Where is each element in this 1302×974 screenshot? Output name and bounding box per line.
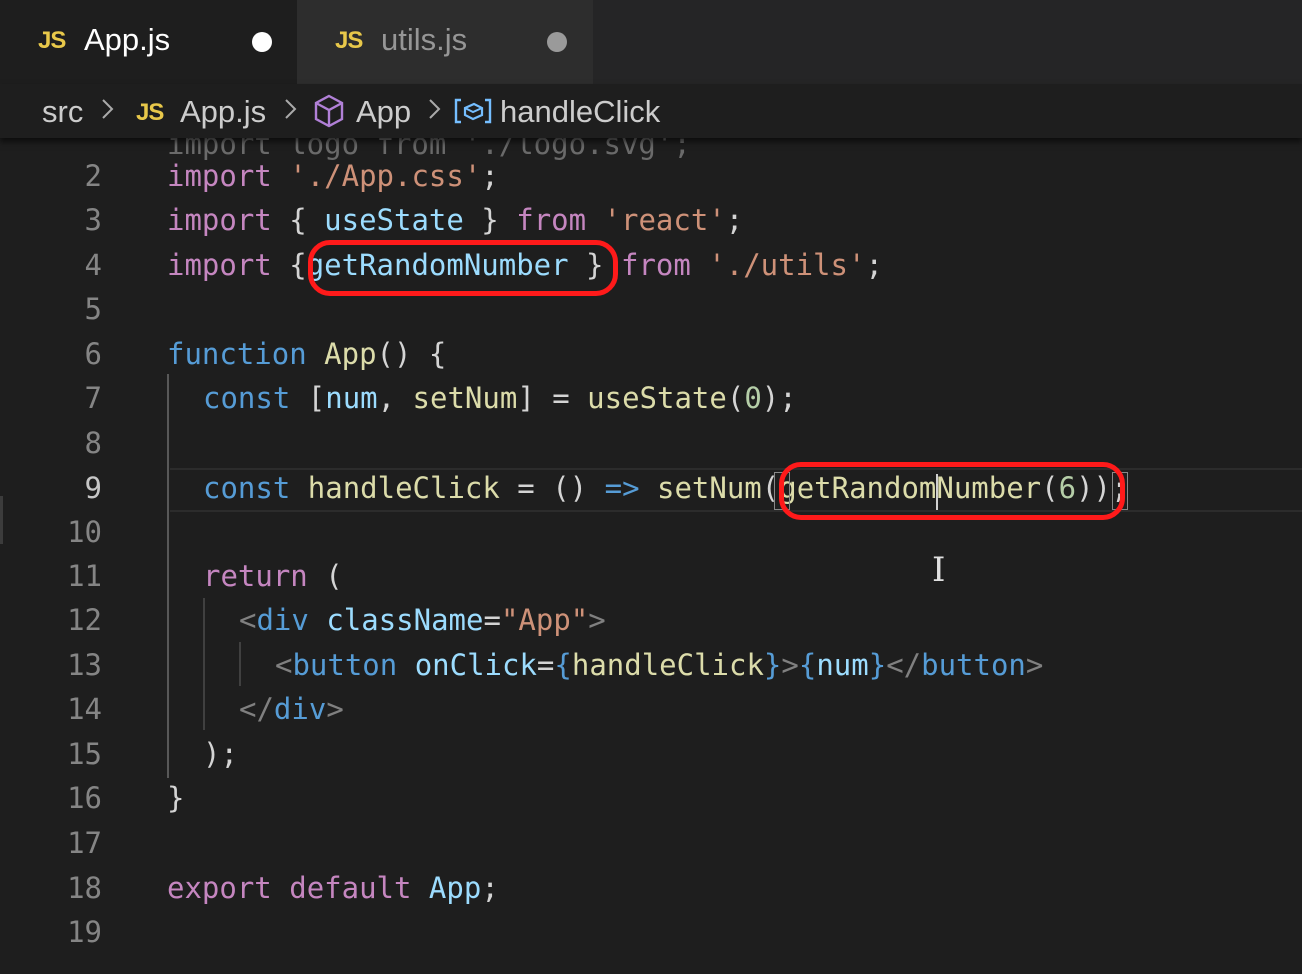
line-number: 11	[67, 559, 102, 593]
line-number: 6	[84, 337, 102, 371]
code-line: 19	[0, 910, 1302, 954]
breadcrumb: src JS App.js App handleClick	[0, 84, 1302, 138]
code-line: 2 import './App.css';	[0, 154, 1302, 198]
code-line: 5	[0, 287, 1302, 331]
chevron-right-icon	[429, 99, 441, 119]
code-line: 14 </div>	[0, 687, 1302, 731]
breadcrumb-component[interactable]: App	[356, 94, 411, 130]
line-number: 4	[84, 248, 102, 282]
code-line: 18 export default App;	[0, 866, 1302, 910]
code-line: 13 <button onClick={handleClick}>{num}</…	[0, 643, 1302, 687]
javascript-file-icon: JS	[335, 27, 363, 54]
line-number: 17	[67, 826, 102, 860]
code-text: <button onClick={handleClick}>{num}</but…	[275, 648, 1044, 682]
tab-label: utils.js	[381, 22, 468, 57]
code-editor[interactable]: import logo from './logo.svg'; 2 import …	[0, 138, 1302, 974]
line-number: 2	[84, 159, 102, 193]
code-line: 11 return (	[0, 554, 1302, 598]
tab-utils-js[interactable]: JS utils.js	[297, 0, 593, 84]
code-text: export default App;	[167, 871, 499, 905]
line-number: 9	[84, 471, 102, 505]
code-text: function App() {	[167, 337, 447, 371]
tab-bar: JS App.js JS utils.js	[0, 0, 1302, 84]
line-number: 16	[67, 781, 102, 815]
line-number: 14	[67, 692, 102, 726]
code-line: 12 <div className="App">	[0, 598, 1302, 642]
annotation-highlight-import	[308, 240, 618, 296]
tab-label: App.js	[84, 22, 171, 57]
code-line: 7 const [num, setNum] = useState(0);	[0, 376, 1302, 420]
code-line: 3 import { useState } from 'react';	[0, 198, 1302, 242]
line-number: 15	[67, 737, 102, 771]
line-number: 13	[67, 648, 102, 682]
code-text: return (	[203, 559, 343, 593]
breadcrumb-symbol[interactable]: handleClick	[500, 94, 660, 130]
text-cursor-ibeam-icon: I	[932, 550, 946, 590]
breadcrumb-file[interactable]: App.js	[180, 94, 266, 130]
unsaved-dot-icon[interactable]	[252, 32, 272, 52]
javascript-file-icon: JS	[136, 99, 164, 126]
code-text: }	[167, 781, 185, 815]
line-number: 8	[84, 426, 102, 460]
component-cube-icon	[314, 94, 344, 128]
line-number: 19	[67, 915, 102, 949]
line-number: 18	[67, 871, 102, 905]
variable-icon	[454, 98, 492, 124]
javascript-file-icon: JS	[38, 27, 66, 54]
code-line: 15 );	[0, 732, 1302, 776]
tab-app-js[interactable]: JS App.js	[0, 0, 297, 84]
unsaved-dot-icon[interactable]	[547, 32, 567, 52]
chevron-right-icon	[102, 99, 114, 119]
code-line: 17	[0, 821, 1302, 865]
line-number: 10	[67, 515, 102, 549]
line-number: 12	[67, 603, 102, 637]
chevron-right-icon	[285, 99, 297, 119]
line-number: 3	[84, 203, 102, 237]
code-line: 6 function App() {	[0, 332, 1302, 376]
code-text: import { useState } from 'react';	[167, 203, 744, 237]
code-line: 8	[0, 421, 1302, 465]
code-text: );	[203, 737, 238, 771]
breadcrumb-folder[interactable]: src	[42, 94, 83, 130]
annotation-highlight-call	[779, 462, 1125, 520]
line-number: 5	[84, 292, 102, 326]
code-text: <div className="App">	[239, 603, 606, 637]
line-number: 7	[84, 381, 102, 415]
code-text: const [num, setNum] = useState(0);	[203, 381, 797, 415]
code-line: 4 import {getRandomNumber } from './util…	[0, 243, 1302, 287]
code-text: import './App.css';	[167, 159, 499, 193]
code-text: </div>	[239, 692, 344, 726]
code-line: 16 }	[0, 776, 1302, 820]
